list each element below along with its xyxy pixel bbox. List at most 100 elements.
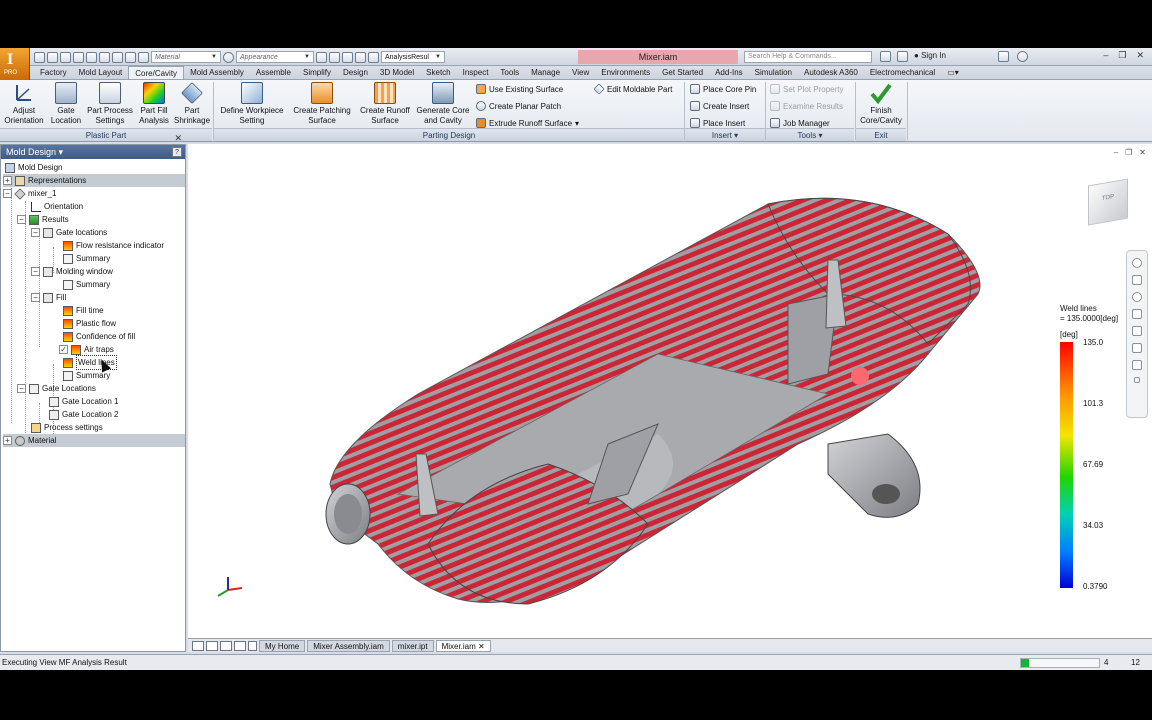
help-icon[interactable]: ? [172,147,182,157]
tree-node-summary[interactable]: Summary [63,252,110,265]
part-shrinkage-button[interactable]: Part Shrinkage [174,82,210,126]
save-icon[interactable] [60,51,71,63]
tree-node-orientation[interactable]: Orientation [31,200,83,213]
collapse-toggle[interactable]: − [31,228,40,237]
close-icon[interactable]: ✕ [174,133,182,144]
collapse-toggle[interactable]: − [17,384,26,393]
restore-icon[interactable]: ❐ [1118,50,1126,61]
clear-icon[interactable] [329,51,340,63]
place-core-pin-button[interactable]: Place Core Pin [690,84,756,94]
expand-toggle[interactable]: + [3,436,12,445]
material-dropdown[interactable]: Material ▼ [151,51,221,63]
ribbon-tab[interactable]: Get Started [656,66,709,79]
orbit-icon[interactable] [1132,309,1142,319]
ribbon-tab[interactable]: Simplify [297,66,337,79]
examine-results-button[interactable]: Examine Results [770,101,843,111]
appearance-dropdown[interactable]: Appearance ▼ [236,51,314,63]
help-icon[interactable] [1017,51,1028,62]
expand-toggle[interactable]: + [3,176,12,185]
binoculars-icon[interactable] [880,51,891,62]
part-fill-analysis-button[interactable]: Part Fill Analysis [136,82,172,126]
help-search-input[interactable]: Search Help & Commands... [744,51,872,63]
edit-moldable-part-button[interactable]: Edit Moldable Part [593,83,672,95]
document-tab[interactable]: mixer.ipt [391,639,434,652]
create-insert-button[interactable]: Create Insert [690,101,749,111]
close-tab-icon[interactable]: ✕ [476,642,485,651]
ribbon-tab[interactable]: Autodesk A360 [798,66,864,79]
pan-hand-icon[interactable] [1132,275,1142,285]
tree-node-gate-locations-folder[interactable]: − Gate Locations [17,382,96,395]
generate-core-and-cavity-button[interactable]: Generate Core and Cavity [414,82,472,126]
part-process-settings-button[interactable]: Part Process Settings [86,82,134,126]
gate-location-button[interactable]: Gate Location [48,82,84,126]
exchange-apps-icon[interactable] [998,51,1009,62]
exit-panel-label[interactable]: Exit [856,128,906,141]
open-file-icon[interactable] [47,51,58,63]
collapse-toggle[interactable]: − [31,267,40,276]
finish-core-cavity-button[interactable]: Finish Core/Cavity [856,82,906,126]
ribbon-tab[interactable]: Mold Layout [73,66,129,79]
measure-icon[interactable] [355,51,366,63]
tree-node-results[interactable]: − Results [17,213,69,226]
ribbon-tab[interactable]: Environments [595,66,656,79]
insert-panel-label[interactable]: Insert ▾ [685,128,765,141]
sign-in-button[interactable]: ● Sign In [914,51,946,60]
tree-node-fill[interactable]: − Fill [31,291,66,304]
ribbon-tab[interactable]: Simulation [749,66,798,79]
job-manager-button[interactable]: Job Manager [770,118,830,128]
look-at-icon[interactable] [1132,326,1142,336]
analysis-result-dropdown[interactable]: AnalysisResul ▼ [381,51,445,63]
ribbon-tab[interactable]: Assemble [250,66,297,79]
parting-design-panel-label[interactable]: Parting Design [214,128,684,141]
tree-node-molding-window[interactable]: − Molding window [31,265,113,278]
ribbon-tab[interactable]: Manage [525,66,566,79]
tree-node-confidence-of-fill[interactable]: Confidence of fill [63,330,135,343]
extrude-runoff-surface-button[interactable]: Extrude Runoff Surface ▾ [476,118,579,128]
ribbon-tabs-overflow-icon[interactable]: ▭▾ [941,66,965,79]
ribbon-tab[interactable]: Electromechanical [864,66,941,79]
ribbon-tab[interactable]: Add-Ins [709,66,749,79]
redo-icon[interactable] [86,51,97,63]
fx-parameters-icon[interactable] [342,51,353,63]
browser-header-dropdown[interactable]: Mold Design ▾ ? [1,145,185,159]
create-planar-patch-button[interactable]: Create Planar Patch [476,101,561,111]
place-insert-button[interactable]: Place Insert [690,118,745,128]
navbar-options-icon[interactable] [1134,377,1140,383]
select-icon[interactable] [125,51,136,63]
ribbon-tab[interactable]: View [566,66,595,79]
tree-node-process-settings[interactable]: Process settings [31,421,103,434]
ribbon-tab[interactable]: Mold Assembly [184,66,250,79]
mixer-part-model[interactable] [188,144,1152,638]
ribbon-tab[interactable]: Tools [494,66,525,79]
tree-node-mixer[interactable]: − mixer_1 [3,187,56,200]
tree-node-mold-design[interactable]: Mold Design [5,161,185,174]
use-existing-surface-button[interactable]: Use Existing Surface [476,84,563,94]
tree-node-gate-location-2[interactable]: Gate Location 2 [49,408,118,421]
zoom-icon[interactable] [1132,292,1142,302]
create-runoff-surface-button[interactable]: Create Runoff Surface [356,82,414,126]
home-icon[interactable] [99,51,110,63]
tree-node-representations[interactable]: + Representations [3,174,185,187]
grid-icon[interactable] [368,51,379,63]
arrange-icon[interactable] [234,640,246,651]
ribbon-tab[interactable]: Core/Cavity [128,66,185,79]
close-icon[interactable]: ✕ [1136,50,1144,61]
ribbon-tab[interactable]: Sketch [420,66,456,79]
ribbon-tab[interactable]: Inspect [457,66,495,79]
tile-horizontal-icon[interactable] [192,640,204,651]
new-file-icon[interactable] [34,51,45,63]
tree-node-flow-resistance[interactable]: Flow resistance indicator [63,239,164,252]
ribbon-tab[interactable]: Design [337,66,374,79]
minimize-icon[interactable]: – [1103,50,1108,61]
ribbon-tab[interactable]: 3D Model [374,66,420,79]
undo-icon[interactable] [73,51,84,63]
adjust-orientation-button[interactable]: Adjust Orientation [2,82,46,126]
tree-node-gate-locations[interactable]: − Gate locations [31,226,107,239]
set-plot-property-button[interactable]: Set Plot Property [770,84,843,94]
tree-node-material[interactable]: + Material [3,434,185,447]
update-icon[interactable] [112,51,123,63]
document-tab[interactable]: Mixer Assembly.iam [307,639,390,652]
air-traps-checkbox[interactable]: ✓ [59,345,68,354]
appearance-globe-icon[interactable] [223,51,234,63]
graphics-viewport[interactable]: – ❐ ✕ TOP Weld lines = 135.0000[deg] [de… [188,144,1152,638]
